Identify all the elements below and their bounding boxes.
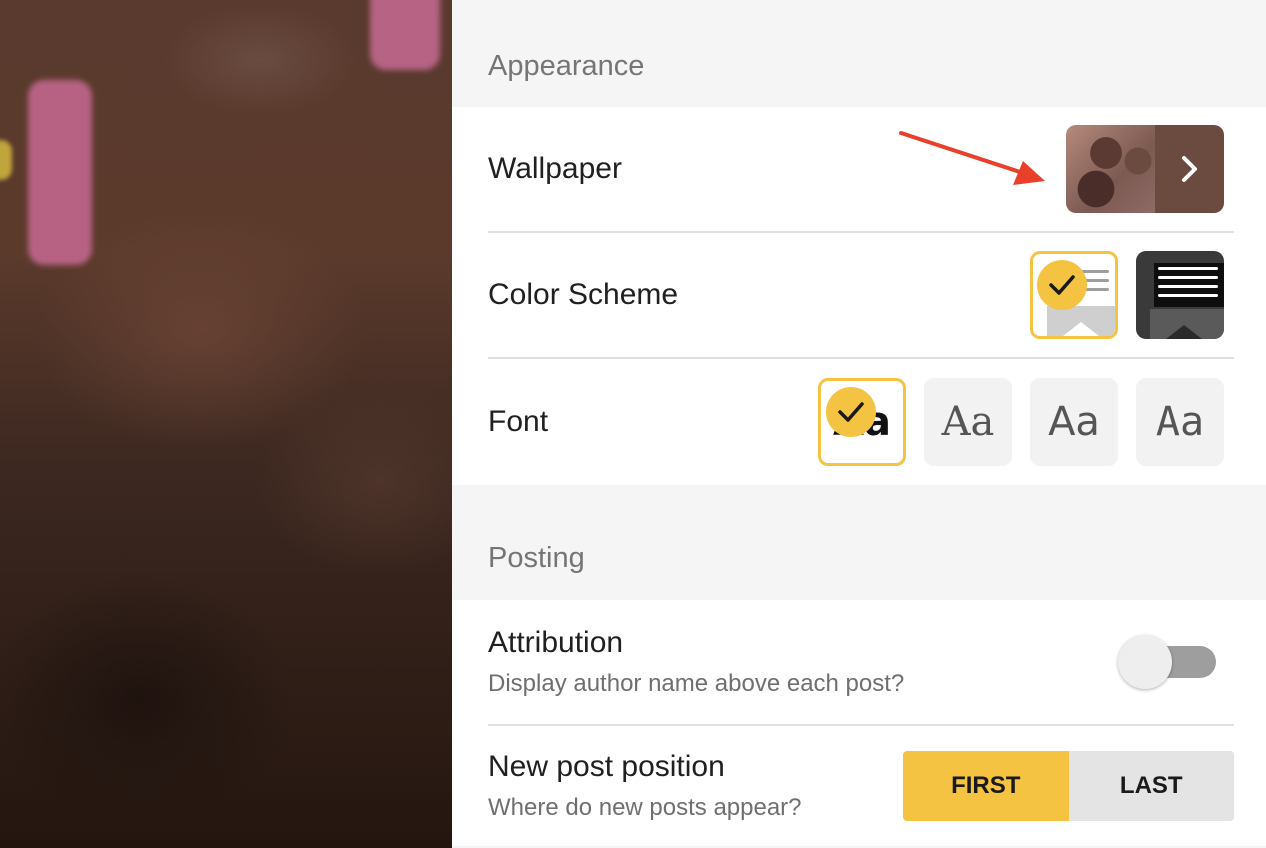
toggle-knob — [1118, 635, 1172, 689]
new-post-position-row: New post position Where do new posts app… — [488, 726, 1234, 846]
checkmark-icon — [1037, 260, 1087, 310]
sprinkle-decoration — [28, 80, 92, 265]
settings-panel: Appearance Wallpaper Color Scheme Font A… — [452, 0, 1266, 848]
font-row: Font Aa Aa Aa Aa — [488, 359, 1234, 485]
color-scheme-options — [1030, 251, 1224, 339]
posting-card: Attribution Display author name above ea… — [452, 600, 1266, 846]
color-scheme-row: Color Scheme — [488, 233, 1234, 359]
new-post-position-description: Where do new posts appear? — [488, 794, 802, 821]
font-label: Font — [488, 405, 549, 438]
new-post-position-text: New post position Where do new posts app… — [488, 750, 802, 822]
sprinkle-decoration — [370, 0, 440, 70]
color-scheme-dark-option[interactable] — [1136, 251, 1224, 339]
image-placeholder-icon — [1047, 306, 1115, 336]
font-option-mono[interactable]: Aa — [1136, 378, 1224, 466]
wallpaper-picker-button[interactable] — [1066, 125, 1224, 213]
wallpaper-backdrop — [0, 0, 452, 848]
attribution-label: Attribution — [488, 626, 624, 659]
checkmark-icon — [826, 387, 876, 437]
attribution-description: Display author name above each post? — [488, 670, 905, 697]
font-sample: Aa — [1155, 399, 1205, 445]
font-option-sans[interactable]: Aa — [1030, 378, 1118, 466]
attribution-text: Attribution Display author name above ea… — [488, 626, 904, 698]
font-options: Aa Aa Aa Aa — [818, 378, 1224, 466]
chevron-right-icon — [1155, 125, 1224, 213]
color-scheme-light-option[interactable] — [1030, 251, 1118, 339]
wallpaper-label: Wallpaper — [488, 152, 622, 185]
appearance-card: Wallpaper Color Scheme Font Aa Aa Aa — [452, 107, 1266, 485]
image-placeholder-icon — [1150, 309, 1224, 339]
font-option-bold[interactable]: Aa — [818, 378, 906, 466]
new-post-position-label: New post position — [488, 750, 725, 783]
last-option-button[interactable]: LAST — [1068, 751, 1234, 821]
posting-section-header: Posting — [488, 542, 585, 574]
appearance-section-header: Appearance — [488, 50, 645, 82]
sprinkle-decoration — [0, 140, 12, 180]
font-sample: Aa — [941, 399, 995, 445]
first-option-button[interactable]: FIRST — [903, 751, 1069, 821]
attribution-row: Attribution Display author name above ea… — [488, 600, 1234, 726]
font-sample: Aa — [1048, 399, 1100, 445]
annotation-arrow-icon — [899, 131, 1045, 185]
wallpaper-row: Wallpaper — [488, 107, 1234, 233]
attribution-toggle[interactable] — [1118, 635, 1216, 689]
font-option-serif[interactable]: Aa — [924, 378, 1012, 466]
scheme-preview-lines — [1158, 267, 1218, 303]
new-post-position-selector: FIRST LAST — [903, 751, 1234, 821]
wallpaper-thumbnail — [1066, 125, 1155, 213]
color-scheme-label: Color Scheme — [488, 278, 679, 311]
